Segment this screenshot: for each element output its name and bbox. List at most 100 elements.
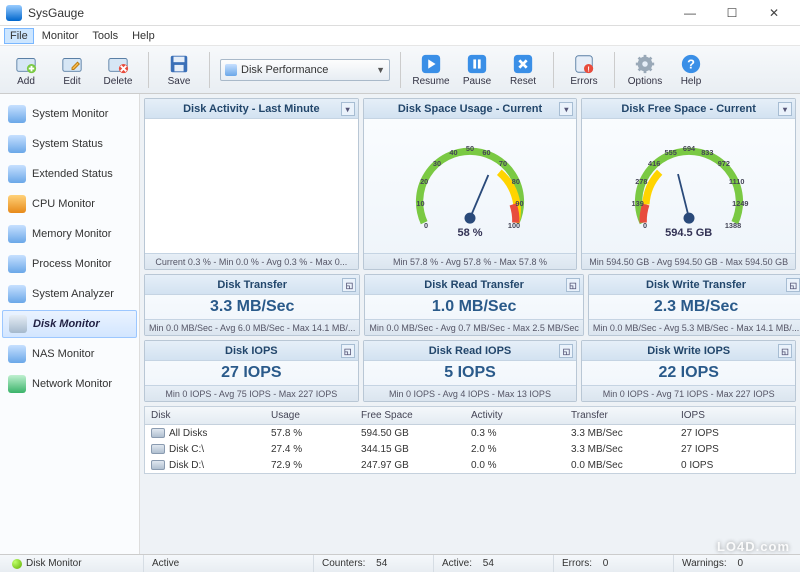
panel-menu-button[interactable]: ▾ <box>778 102 792 116</box>
panel-write-iops: Disk Write IOPS◱ 22 IOPS Min 0 IOPS - Av… <box>581 340 796 402</box>
errors-button[interactable]: ! Errors <box>564 50 604 90</box>
panel-title: Disk Write IOPS <box>647 345 730 357</box>
sidebar-item-nas-monitor[interactable]: NAS Monitor <box>2 340 137 368</box>
sidebar-item-label: CPU Monitor <box>32 198 95 210</box>
panel-menu-button[interactable]: ◱ <box>342 278 356 292</box>
sidebar-item-process-monitor[interactable]: Process Monitor <box>2 250 137 278</box>
options-label: Options <box>628 76 662 87</box>
add-label: Add <box>17 76 35 87</box>
resume-button[interactable]: Resume <box>411 50 451 90</box>
menu-file[interactable]: File <box>4 28 34 44</box>
sidebar-item-disk-monitor[interactable]: Disk Monitor <box>2 310 137 338</box>
svg-text:972: 972 <box>717 159 729 168</box>
app-icon <box>6 5 22 21</box>
panel-title: Disk IOPS <box>225 345 278 357</box>
process-icon <box>8 255 26 273</box>
svg-text:20: 20 <box>420 177 428 186</box>
panel-footer: Min 0.0 MB/Sec - Avg 6.0 MB/Sec - Max 14… <box>145 319 359 335</box>
disk-row-icon <box>151 460 165 470</box>
panel-title: Disk Write Transfer <box>646 279 746 291</box>
table-row[interactable]: Disk C:\ 27.4 % 344.15 GB 2.0 % 3.3 MB/S… <box>145 441 795 457</box>
profile-dropdown[interactable]: Disk Performance ▼ <box>220 59 390 81</box>
panel-menu-button[interactable]: ▾ <box>559 102 573 116</box>
panel-menu-button[interactable]: ◱ <box>559 344 573 358</box>
status-warnings: 0 <box>737 558 743 569</box>
panel-title: Disk Read Transfer <box>424 279 524 291</box>
add-button[interactable]: Add <box>6 50 46 90</box>
panel-footer: Min 0.0 MB/Sec - Avg 0.7 MB/Sec - Max 2.… <box>365 319 582 335</box>
nas-icon <box>8 345 26 363</box>
panel-value: 3.3 MB/Sec <box>145 295 359 319</box>
panel-value: 5 IOPS <box>364 361 577 385</box>
help-button[interactable]: ? Help <box>671 50 711 90</box>
menu-help[interactable]: Help <box>126 28 161 44</box>
th-disk[interactable]: Disk <box>145 410 265 421</box>
maximize-button[interactable]: ☐ <box>712 3 752 23</box>
panel-footer: Min 594.50 GB - Avg 594.50 GB - Max 594.… <box>582 253 795 269</box>
status-mode: Disk Monitor <box>26 558 82 569</box>
sidebar-item-system-monitor[interactable]: System Monitor <box>2 100 137 128</box>
window-title: SysGauge <box>28 6 670 20</box>
panel-read-iops: Disk Read IOPS◱ 5 IOPS Min 0 IOPS - Avg … <box>363 340 578 402</box>
svg-text:90: 90 <box>515 199 523 208</box>
minimize-button[interactable]: — <box>670 3 710 23</box>
pause-button[interactable]: Pause <box>457 50 497 90</box>
sidebar-item-label: NAS Monitor <box>32 348 94 360</box>
status-counters: 54 <box>376 558 387 569</box>
panel-title: Disk Space Usage - Current <box>398 103 542 115</box>
reset-button[interactable]: Reset <box>503 50 543 90</box>
sidebar-item-system-analyzer[interactable]: System Analyzer <box>2 280 137 308</box>
titlebar: SysGauge — ☐ ✕ <box>0 0 800 26</box>
save-button[interactable]: Save <box>159 50 199 90</box>
menu-tools[interactable]: Tools <box>86 28 124 44</box>
th-iops[interactable]: IOPS <box>675 410 795 421</box>
sidebar-item-label: System Status <box>32 138 103 150</box>
save-icon <box>168 53 190 75</box>
th-activity[interactable]: Activity <box>465 410 565 421</box>
panel-value: 1.0 MB/Sec <box>365 295 582 319</box>
help-label: Help <box>681 76 702 87</box>
panel-menu-button[interactable]: ◱ <box>566 278 580 292</box>
panel-menu-button[interactable]: ▾ <box>341 102 355 116</box>
panel-menu-button[interactable]: ◱ <box>786 278 800 292</box>
chevron-down-icon: ▼ <box>376 65 385 75</box>
sidebar-item-system-status[interactable]: System Status <box>2 130 137 158</box>
close-button[interactable]: ✕ <box>754 3 794 23</box>
table-row[interactable]: All Disks 57.8 % 594.50 GB 0.3 % 3.3 MB/… <box>145 425 795 441</box>
table-header: Disk Usage Free Space Activity Transfer … <box>145 407 795 425</box>
sidebar-item-label: System Analyzer <box>32 288 114 300</box>
th-free[interactable]: Free Space <box>355 410 465 421</box>
reset-icon <box>512 53 534 75</box>
disk-table: Disk Usage Free Space Activity Transfer … <box>144 406 796 474</box>
panel-title: Disk Activity - Last Minute <box>183 103 320 115</box>
panel-title: Disk Free Space - Current <box>621 103 756 115</box>
sidebar-item-label: System Monitor <box>32 108 108 120</box>
panel-space-usage: Disk Space Usage - Current▾ 0 10 20 <box>363 98 578 270</box>
delete-button[interactable]: Delete <box>98 50 138 90</box>
panel-menu-button[interactable]: ◱ <box>341 344 355 358</box>
sidebar-item-network-monitor[interactable]: Network Monitor <box>2 370 137 398</box>
svg-text:50: 50 <box>466 144 474 153</box>
network-icon <box>8 375 26 393</box>
th-transfer[interactable]: Transfer <box>565 410 675 421</box>
panel-footer: Min 0.0 MB/Sec - Avg 5.3 MB/Sec - Max 14… <box>589 319 800 335</box>
menu-monitor[interactable]: Monitor <box>36 28 85 44</box>
sidebar-item-label: Network Monitor <box>32 378 112 390</box>
sidebar-item-extended-status[interactable]: Extended Status <box>2 160 137 188</box>
edit-button[interactable]: Edit <box>52 50 92 90</box>
sidebar-item-cpu-monitor[interactable]: CPU Monitor <box>2 190 137 218</box>
svg-text:139: 139 <box>631 199 643 208</box>
th-usage[interactable]: Usage <box>265 410 355 421</box>
panel-disk-iops: Disk IOPS◱ 27 IOPS Min 0 IOPS - Avg 75 I… <box>144 340 359 402</box>
svg-text:1110: 1110 <box>729 177 745 186</box>
gear-icon <box>634 53 656 75</box>
status-dot-icon <box>12 559 22 569</box>
panel-menu-button[interactable]: ◱ <box>778 344 792 358</box>
panel-footer: Min 57.8 % - Avg 57.8 % - Max 57.8 % <box>364 253 577 269</box>
svg-text:10: 10 <box>416 199 424 208</box>
options-button[interactable]: Options <box>625 50 665 90</box>
svg-text:60: 60 <box>482 148 490 157</box>
sidebar-item-memory-monitor[interactable]: Memory Monitor <box>2 220 137 248</box>
sidebar-item-label: Extended Status <box>32 168 113 180</box>
table-row[interactable]: Disk D:\ 72.9 % 247.97 GB 0.0 % 0.0 MB/S… <box>145 457 795 473</box>
